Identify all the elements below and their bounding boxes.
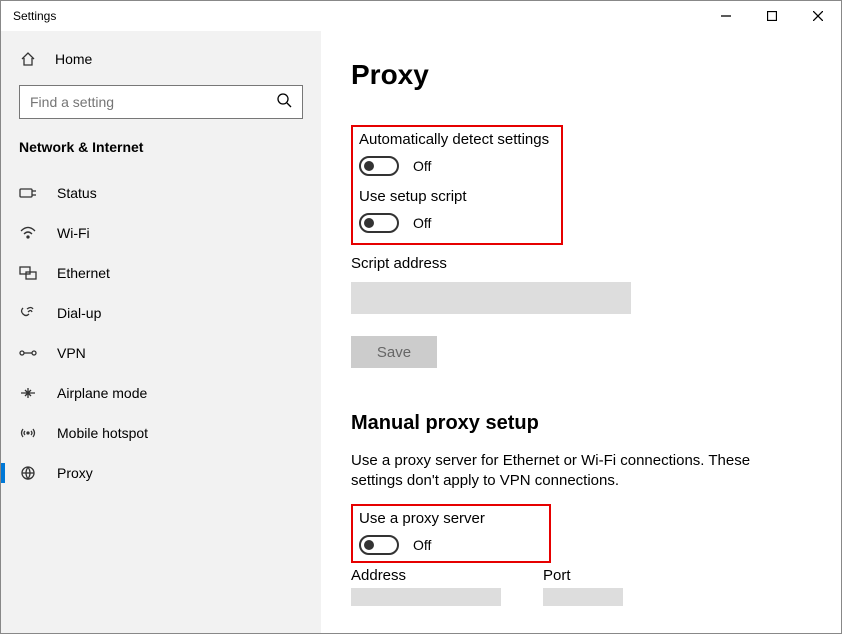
close-button[interactable] (795, 1, 841, 31)
airplane-icon (19, 386, 37, 400)
port-input (543, 588, 623, 606)
script-address-input (351, 282, 631, 314)
sidebar-item-status[interactable]: Status (1, 173, 321, 213)
sidebar-item-label: Mobile hotspot (57, 425, 148, 441)
auto-proxy-highlight: Automatically detect settings Off Use se… (351, 125, 563, 245)
proxy-icon (19, 466, 37, 480)
maximize-button[interactable] (749, 1, 795, 31)
manual-proxy-highlight: Use a proxy server Off (351, 504, 551, 563)
ethernet-icon (19, 266, 37, 280)
use-proxy-toggle[interactable] (359, 535, 399, 555)
sidebar-item-label: Proxy (57, 465, 93, 481)
status-icon (19, 186, 37, 200)
hotspot-icon (19, 426, 37, 440)
auto-detect-toggle[interactable] (359, 156, 399, 176)
setup-script-state: Off (413, 215, 431, 231)
home-button[interactable]: Home (1, 41, 321, 77)
save-button: Save (351, 336, 437, 368)
main-content: Proxy Automatically detect settings Off … (321, 31, 841, 633)
page-title: Proxy (351, 59, 841, 91)
port-label: Port (543, 567, 623, 584)
sidebar-item-ethernet[interactable]: Ethernet (1, 253, 321, 293)
sidebar-item-dialup[interactable]: Dial-up (1, 293, 321, 333)
titlebar: Settings (1, 1, 841, 31)
sidebar: Home Network & Internet Status Wi-Fi Eth… (1, 31, 321, 633)
sidebar-item-proxy[interactable]: Proxy (1, 453, 321, 493)
sidebar-item-wifi[interactable]: Wi-Fi (1, 213, 321, 253)
sidebar-item-hotspot[interactable]: Mobile hotspot (1, 413, 321, 453)
use-proxy-label: Use a proxy server (359, 510, 543, 527)
home-label: Home (55, 51, 92, 67)
sidebar-item-label: Ethernet (57, 265, 110, 281)
sidebar-item-label: Wi-Fi (57, 225, 90, 241)
home-icon (19, 51, 37, 67)
manual-section-title: Manual proxy setup (351, 412, 841, 435)
sidebar-item-vpn[interactable]: VPN (1, 333, 321, 373)
minimize-button[interactable] (703, 1, 749, 31)
title-controls (703, 1, 841, 31)
search-icon (276, 92, 292, 113)
setup-script-toggle[interactable] (359, 213, 399, 233)
search-input[interactable] (30, 94, 276, 110)
address-label: Address (351, 567, 501, 584)
section-header: Network & Internet (1, 133, 321, 173)
manual-description: Use a proxy server for Ethernet or Wi-Fi… (351, 451, 781, 492)
dialup-icon (19, 306, 37, 320)
sidebar-item-label: Dial-up (57, 305, 101, 321)
window-title: Settings (13, 9, 56, 23)
auto-detect-label: Automatically detect settings (359, 131, 555, 148)
wifi-icon (19, 226, 37, 240)
sidebar-item-label: Airplane mode (57, 385, 147, 401)
setup-script-label: Use setup script (359, 188, 555, 205)
script-address-label: Script address (351, 255, 841, 272)
search-box[interactable] (19, 85, 303, 119)
auto-detect-state: Off (413, 158, 431, 174)
sidebar-item-label: VPN (57, 345, 86, 361)
sidebar-item-label: Status (57, 185, 97, 201)
sidebar-item-airplane[interactable]: Airplane mode (1, 373, 321, 413)
use-proxy-state: Off (413, 537, 431, 553)
vpn-icon (19, 346, 37, 360)
address-input (351, 588, 501, 606)
